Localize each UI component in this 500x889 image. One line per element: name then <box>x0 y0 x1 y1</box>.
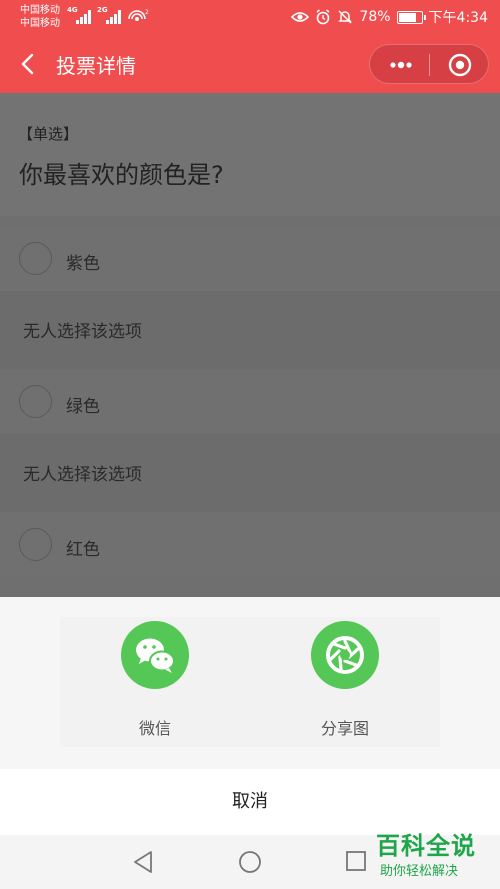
wechat-icon[interactable] <box>121 621 189 689</box>
question-type: 【单选】 <box>18 125 79 143</box>
share-wechat-button[interactable]: 微信 <box>85 617 225 747</box>
watermark-logo: 百科全说 助你轻松解决 <box>372 826 492 882</box>
alarm-icon <box>316 9 330 25</box>
back-triangle-icon[interactable] <box>132 850 154 874</box>
svg-text:2: 2 <box>145 9 149 16</box>
back-arrow-icon[interactable] <box>16 51 42 77</box>
nav-bar: 投票详情 <box>0 34 500 93</box>
option-green[interactable]: 绿色 <box>0 370 500 434</box>
battery-icon <box>396 10 426 24</box>
question-card: 【单选】 你最喜欢的颜色是? <box>0 93 500 216</box>
option-purple[interactable]: 紫色 <box>0 227 500 291</box>
status-bar: 中国移动 中国移动 4G 2G 2 78% 下午4:34 <box>0 0 500 34</box>
radio-button[interactable] <box>19 528 52 561</box>
hotspot-icon: 2 <box>128 9 149 21</box>
radio-button[interactable] <box>19 242 52 275</box>
signal-icon-1 <box>76 8 94 24</box>
mute-bell-icon <box>338 10 353 24</box>
aperture-icon[interactable] <box>311 621 379 689</box>
page-title: 投票详情 <box>56 54 136 78</box>
share-image-label: 分享图 <box>320 719 369 738</box>
question-text: 你最喜欢的颜色是? <box>19 161 224 189</box>
option-note-text: 无人选择该选项 <box>23 322 142 342</box>
share-wechat-label: 微信 <box>138 719 171 738</box>
option-note: 无人选择该选项 <box>0 291 500 369</box>
signal-icon-2 <box>106 8 124 24</box>
close-miniprogram-icon[interactable] <box>448 53 472 77</box>
share-image-button[interactable]: 分享图 <box>275 617 415 747</box>
vote-content: 【单选】 你最喜欢的颜色是? 紫色 无人选择该选项 绿色 无人选择该选项 红色 <box>0 93 500 597</box>
option-label: 绿色 <box>66 397 100 417</box>
miniprogram-capsule <box>369 44 489 84</box>
eye-icon <box>291 12 310 22</box>
option-note: 无人选择该选项 <box>0 434 500 512</box>
clock: 下午4:34 <box>428 10 488 26</box>
battery-percent: 78% <box>359 9 391 25</box>
option-label: 红色 <box>66 540 100 560</box>
home-circle-icon[interactable] <box>238 850 262 874</box>
option-red[interactable]: 红色 <box>0 513 500 577</box>
capsule-divider <box>429 54 430 76</box>
share-options: 微信 分享图 <box>60 617 440 747</box>
watermark-subtitle: 助你轻松解决 <box>380 864 459 879</box>
more-dots-icon[interactable] <box>388 57 414 73</box>
carrier-1-label: 中国移动 <box>20 5 60 16</box>
radio-button[interactable] <box>19 385 52 418</box>
recents-square-icon[interactable] <box>345 850 367 872</box>
option-note-text: 无人选择该选项 <box>23 465 142 485</box>
option-label: 紫色 <box>66 254 100 274</box>
carrier-2-label: 中国移动 <box>20 18 60 29</box>
watermark-title: 百科全说 <box>376 832 476 860</box>
